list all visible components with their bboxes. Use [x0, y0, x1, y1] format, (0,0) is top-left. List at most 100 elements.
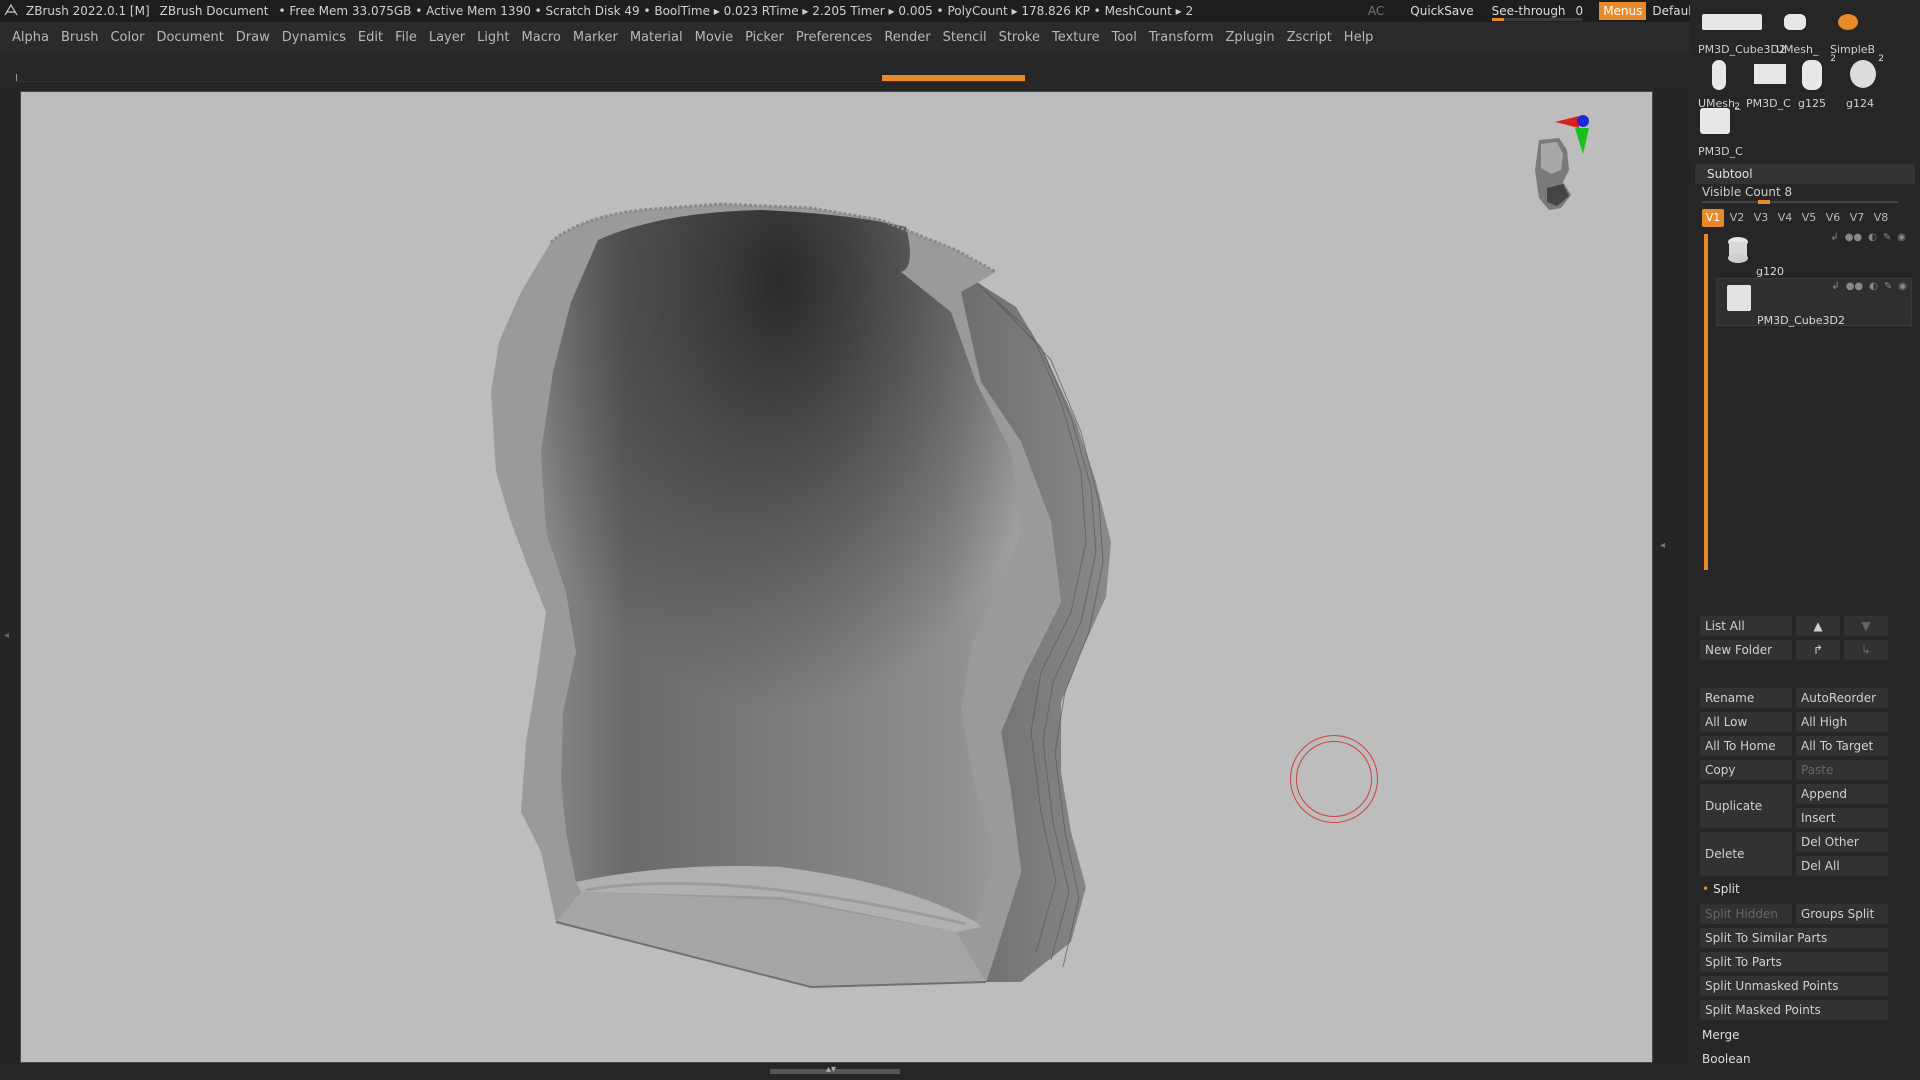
rename-button[interactable]: Rename — [1700, 688, 1792, 708]
list-all-button[interactable]: List All — [1700, 616, 1792, 636]
tool-thumb-umesh-1[interactable]: UMesh_ — [1776, 0, 1820, 56]
menu-transform[interactable]: Transform — [1149, 30, 1214, 45]
merge-subpalette-header[interactable]: Merge — [1702, 1028, 1739, 1042]
polyframe-icon[interactable]: ●● — [1845, 232, 1862, 243]
arrow-icon[interactable]: ↲ — [1831, 281, 1839, 292]
move-up-icon[interactable]: ▲ — [1796, 616, 1840, 636]
split-subpalette-header[interactable]: • Split — [1702, 882, 1740, 896]
copy-button[interactable]: Copy — [1700, 760, 1792, 780]
menu-stroke[interactable]: Stroke — [999, 30, 1040, 45]
tab-v7[interactable]: V7 — [1846, 209, 1868, 227]
menu-movie[interactable]: Movie — [695, 30, 733, 45]
menus-toggle-button[interactable]: Menus — [1599, 2, 1647, 20]
tool-thumb-pm3d-c[interactable]: PM3D_C — [1746, 54, 1791, 110]
menu-stencil[interactable]: Stencil — [943, 30, 987, 45]
menu-macro[interactable]: Macro — [522, 30, 561, 45]
tool-thumb-g125[interactable]: 2 g125 — [1794, 54, 1838, 110]
menu-alpha[interactable]: Alpha — [12, 30, 49, 45]
brush-icon[interactable]: ✎ — [1883, 232, 1891, 243]
tab-v4[interactable]: V4 — [1774, 209, 1796, 227]
append-button[interactable]: Append — [1796, 784, 1888, 804]
tool-thumb-g124[interactable]: 2 g124 — [1842, 54, 1886, 110]
polyframe-icon[interactable]: ●● — [1846, 281, 1863, 292]
split-hidden-button[interactable]: Split Hidden — [1700, 904, 1792, 924]
tool-thumb-pm3d-c-2[interactable]: 2 PM3D_C — [1698, 102, 1743, 158]
all-to-target-button[interactable]: All To Target — [1796, 736, 1888, 756]
del-other-button[interactable]: Del Other — [1796, 832, 1888, 852]
navigation-gizmo-head-icon[interactable] — [1511, 110, 1591, 230]
all-low-button[interactable]: All Low — [1700, 712, 1792, 732]
menu-light[interactable]: Light — [477, 30, 509, 45]
cutaway-vase-model — [491, 202, 1111, 989]
tool-thumb-umesh-2[interactable]: UMesh_ — [1698, 54, 1742, 110]
eye-icon[interactable]: ◉ — [1898, 281, 1907, 292]
tab-v8[interactable]: V8 — [1870, 209, 1892, 227]
boolean-subpalette-header[interactable]: Boolean — [1702, 1052, 1751, 1066]
menu-layer[interactable]: Layer — [429, 30, 465, 45]
del-all-button[interactable]: Del All — [1796, 856, 1888, 876]
bottom-tray[interactable]: ▴▾ — [0, 1062, 1690, 1080]
menu-zscript[interactable]: Zscript — [1287, 30, 1332, 45]
split-masked-points-button[interactable]: Split Masked Points — [1700, 1000, 1888, 1020]
brush-icon[interactable]: ✎ — [1884, 281, 1892, 292]
menu-draw[interactable]: Draw — [236, 30, 270, 45]
folder-out-icon[interactable]: ↳ — [1844, 640, 1888, 660]
subtool-item-pm3d-cube3d2[interactable]: ↲ ●● ◐ ✎ ◉ PM3D_Cube3D2 — [1716, 278, 1912, 327]
split-unmasked-points-button[interactable]: Split Unmasked Points — [1700, 976, 1888, 996]
subtool-item-g120[interactable]: ↲ ●● ◐ ✎ ◉ g120 — [1716, 230, 1910, 278]
delete-button[interactable]: Delete — [1700, 832, 1792, 876]
menu-edit[interactable]: Edit — [358, 30, 383, 45]
tool-thumb-pm3d-cube3d2[interactable]: PM3D_Cube3D2 — [1698, 0, 1786, 56]
right-tray[interactable]: ◂ — [1656, 90, 1690, 1062]
tool-thumb-simpleb[interactable]: SimpleB — [1830, 0, 1875, 56]
menu-texture[interactable]: Texture — [1052, 30, 1100, 45]
menu-marker[interactable]: Marker — [573, 30, 618, 45]
brush-cursor-inner — [1296, 741, 1372, 817]
menu-picker[interactable]: Picker — [745, 30, 784, 45]
tab-v1[interactable]: V1 — [1702, 209, 1724, 227]
all-to-home-button[interactable]: All To Home — [1700, 736, 1792, 756]
dynamesh-icon[interactable]: ◐ — [1868, 232, 1877, 243]
dynamesh-icon[interactable]: ◐ — [1869, 281, 1878, 292]
insert-button[interactable]: Insert — [1796, 808, 1888, 828]
groups-split-button[interactable]: Groups Split — [1796, 904, 1888, 924]
menu-render[interactable]: Render — [884, 30, 930, 45]
subtool-header[interactable]: Subtool — [1695, 164, 1915, 184]
left-tray[interactable]: ◂ — [0, 90, 16, 1062]
menu-document[interactable]: Document — [156, 30, 223, 45]
menu-file[interactable]: File — [395, 30, 417, 45]
menu-material[interactable]: Material — [630, 30, 683, 45]
move-down-icon[interactable]: ▼ — [1844, 616, 1888, 636]
menu-dynamics[interactable]: Dynamics — [282, 30, 346, 45]
quicksave-button[interactable]: QuickSave — [1410, 4, 1473, 18]
see-through-slider[interactable]: See-through 0 — [1491, 4, 1588, 21]
tab-v2[interactable]: V2 — [1726, 209, 1748, 227]
duplicate-button[interactable]: Duplicate — [1700, 784, 1792, 828]
menu-help[interactable]: Help — [1344, 30, 1374, 45]
visible-count-slider[interactable] — [1702, 200, 1898, 204]
active-shelf-indicator[interactable] — [882, 75, 1025, 81]
left-tray-arrow-icon[interactable]: ◂ — [4, 630, 9, 641]
menu-brush[interactable]: Brush — [61, 30, 99, 45]
ac-indicator[interactable]: AC — [1368, 4, 1384, 18]
new-folder-button[interactable]: New Folder — [1700, 640, 1792, 660]
tab-v5[interactable]: V5 — [1798, 209, 1820, 227]
menu-color[interactable]: Color — [110, 30, 144, 45]
menu-preferences[interactable]: Preferences — [796, 30, 872, 45]
menu-zplugin[interactable]: Zplugin — [1226, 30, 1275, 45]
arrow-icon[interactable]: ↲ — [1830, 232, 1838, 243]
split-to-similar-parts-button[interactable]: Split To Similar Parts — [1700, 928, 1888, 948]
tab-v3[interactable]: V3 — [1750, 209, 1772, 227]
eye-icon[interactable]: ◉ — [1897, 232, 1906, 243]
menu-tool[interactable]: Tool — [1112, 30, 1137, 45]
autoreorder-button[interactable]: AutoReorder — [1796, 688, 1888, 708]
folder-in-icon[interactable]: ↱ — [1796, 640, 1840, 660]
paste-button[interactable]: Paste — [1796, 760, 1888, 780]
bottom-tray-arrow-icon[interactable]: ▴▾ — [826, 1064, 836, 1075]
3d-viewport-canvas[interactable] — [20, 91, 1653, 1063]
tab-v6[interactable]: V6 — [1822, 209, 1844, 227]
subtool-scrollbar[interactable] — [1704, 234, 1708, 570]
split-to-parts-button[interactable]: Split To Parts — [1700, 952, 1888, 972]
right-tray-arrow-icon[interactable]: ◂ — [1660, 540, 1665, 551]
all-high-button[interactable]: All High — [1796, 712, 1888, 732]
